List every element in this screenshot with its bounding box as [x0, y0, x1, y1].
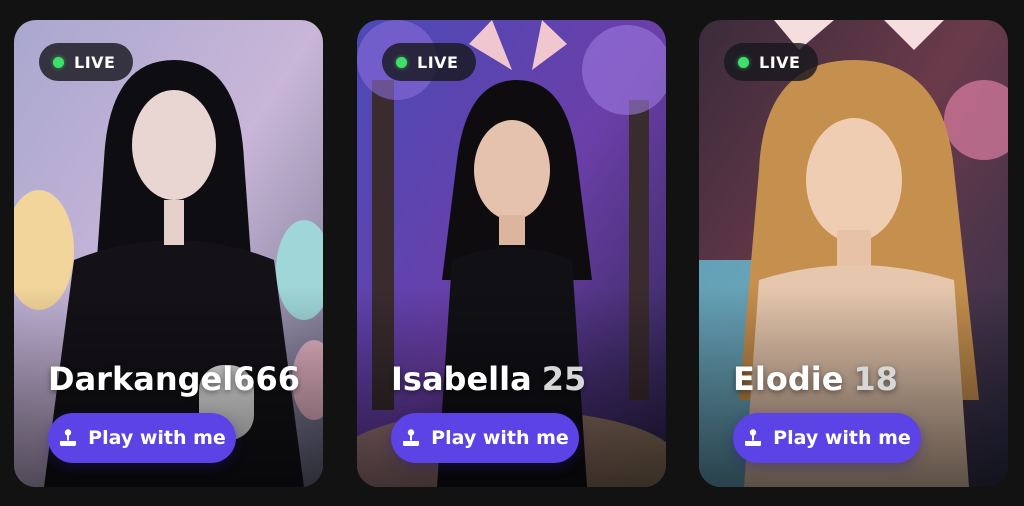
joystick-icon [743, 428, 763, 448]
profile-name-line: Darkangel666 [48, 360, 300, 398]
joystick-icon [58, 428, 78, 448]
profile-name: Elodie [733, 360, 844, 398]
profile-card[interactable]: LIVE Isabella 25 Play with me [357, 20, 666, 487]
live-label: LIVE [74, 52, 116, 72]
profile-age: 25 [541, 360, 587, 398]
profile-card[interactable]: LIVE Elodie 18 Play with me [699, 20, 1008, 487]
play-with-me-button[interactable]: Play with me [733, 413, 921, 463]
profile-card[interactable]: LIVE Darkangel666 Play with me [14, 20, 323, 487]
live-dot-icon [53, 56, 64, 68]
profile-name-line: Isabella 25 [391, 360, 586, 398]
profile-age: 18 [853, 360, 898, 398]
profile-name-line: Elodie 18 [733, 360, 898, 398]
play-button-label: Play with me [431, 427, 569, 449]
profile-name: Darkangel666 [48, 360, 300, 398]
live-label: LIVE [759, 52, 801, 72]
live-dot-icon [738, 56, 749, 68]
live-badge: LIVE [39, 43, 134, 81]
play-with-me-button[interactable]: Play with me [48, 413, 236, 463]
live-badge: LIVE [382, 43, 477, 81]
play-button-label: Play with me [88, 427, 226, 449]
play-button-label: Play with me [773, 427, 911, 449]
profile-card-row: LIVE Darkangel666 Play with me LIVE Isab… [0, 0, 1024, 506]
profile-name: Isabella [391, 360, 532, 398]
live-badge: LIVE [724, 43, 819, 81]
joystick-icon [401, 428, 421, 448]
play-with-me-button[interactable]: Play with me [391, 413, 579, 463]
live-dot-icon [396, 56, 407, 68]
live-label: LIVE [417, 52, 459, 72]
